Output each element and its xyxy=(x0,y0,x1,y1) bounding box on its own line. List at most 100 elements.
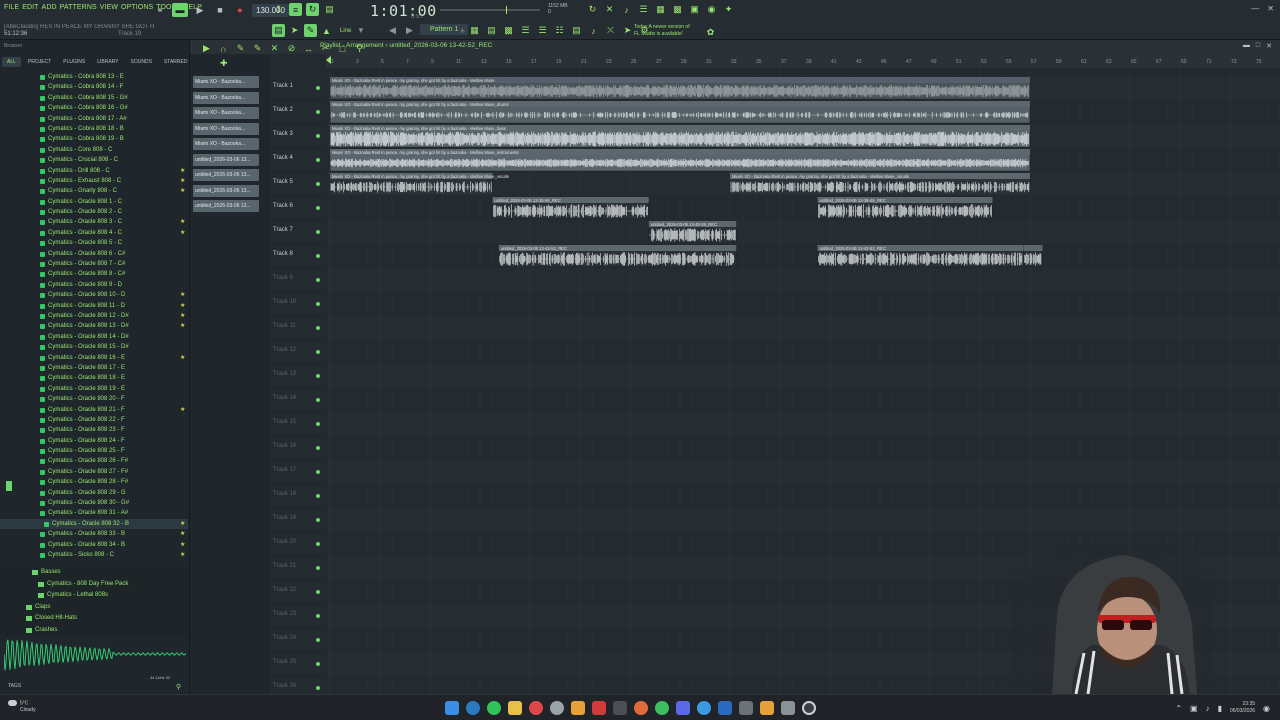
snap-mode[interactable]: Line xyxy=(340,28,351,34)
browser-file-item[interactable]: Cymatics - Oracle 808 29 - G xyxy=(0,488,188,498)
favorite-star-icon[interactable]: ★ xyxy=(180,405,185,415)
browser-tab-starred[interactable]: STARRED xyxy=(159,57,193,67)
plugin-icon[interactable]: ✦ xyxy=(722,3,735,16)
favorite-star-icon[interactable]: ★ xyxy=(180,321,185,331)
browser-file-item[interactable]: Cymatics - Oracle 808 34 - B ★ xyxy=(0,540,188,550)
battery-icon[interactable]: ▮ xyxy=(1218,704,1222,713)
play-button[interactable]: ▶ xyxy=(192,3,208,17)
browser-file-item[interactable]: Cymatics - Oracle 808 22 - F xyxy=(0,415,188,425)
browser-file-item[interactable]: Cymatics - Oracle 808 12 - D# ★ xyxy=(0,311,188,321)
browser-file-item[interactable]: Cymatics - Gnarly 808 - C ★ xyxy=(0,186,188,196)
track-mute-led[interactable] xyxy=(316,614,320,618)
track-mute-led[interactable] xyxy=(316,686,320,690)
track-mute-led[interactable] xyxy=(316,398,320,402)
browser-file-item[interactable]: Cymatics - Cobra 808 17 - A# xyxy=(0,114,188,124)
record-button[interactable]: ● xyxy=(232,3,248,17)
browser-file-item[interactable]: Cymatics - Oracle 808 32 - B ★ xyxy=(0,518,188,530)
track-header[interactable]: Track 12 xyxy=(271,340,325,364)
track-mute-led[interactable] xyxy=(316,662,320,666)
arrow-icon[interactable]: ➤ xyxy=(288,24,301,37)
browser-file-item[interactable]: Cymatics - Oracle 808 28 - F# xyxy=(0,477,188,487)
browser-file-item[interactable]: Cymatics - Oracle 808 13 - D# ★ xyxy=(0,321,188,331)
browser-file-item[interactable]: Cymatics - Oracle 808 8 - C# xyxy=(0,269,188,279)
mail-icon[interactable] xyxy=(718,701,732,715)
track-mute-led[interactable] xyxy=(316,86,320,90)
mixer-window-icon[interactable]: ☰ xyxy=(519,24,532,37)
browser-file-item[interactable]: Cymatics - Oracle 808 19 - E xyxy=(0,384,188,394)
track-header[interactable]: Track 8 xyxy=(271,244,325,268)
menu-item-add[interactable]: ADD xyxy=(42,4,57,11)
favorite-star-icon[interactable]: ★ xyxy=(180,166,185,176)
favorite-star-icon[interactable]: ★ xyxy=(180,176,185,186)
favorite-star-icon[interactable]: ★ xyxy=(180,353,185,363)
chrome-alt-icon[interactable] xyxy=(655,701,669,715)
track-mute-led[interactable] xyxy=(316,422,320,426)
next-pattern-icon[interactable]: ▶ xyxy=(403,24,416,37)
menu-item-file[interactable]: FILE xyxy=(4,4,19,11)
browser-file-item[interactable]: Cymatics - Oracle 808 1 - C xyxy=(0,197,188,207)
terminal-icon[interactable] xyxy=(613,701,627,715)
discord-icon[interactable] xyxy=(676,701,690,715)
favorite-star-icon[interactable]: ★ xyxy=(180,186,185,196)
clip-source-item[interactable]: Miami XO - Bazooka... xyxy=(193,122,259,135)
track-header[interactable]: Track 14 xyxy=(271,388,325,412)
monitor-icon[interactable] xyxy=(739,701,753,715)
step-edit-icon[interactable]: ▤ xyxy=(323,3,336,16)
pencil-icon[interactable]: ✎ xyxy=(304,24,317,37)
browser-file-item[interactable]: Cymatics - Oracle 808 2 - C xyxy=(0,207,188,217)
track-mute-led[interactable] xyxy=(316,494,320,498)
track-header[interactable]: Track 25 xyxy=(271,652,325,676)
sliders-icon[interactable]: ☷ xyxy=(553,24,566,37)
track-header[interactable]: Track 21 xyxy=(271,556,325,580)
favorite-star-icon[interactable]: ★ xyxy=(180,540,185,550)
track-header[interactable]: Track 4 xyxy=(271,148,325,172)
track-header[interactable]: Track 13 xyxy=(271,364,325,388)
favorite-star-icon[interactable]: ★ xyxy=(180,529,185,539)
browser-tab-all[interactable]: ALL xyxy=(2,57,21,67)
clip-source-item[interactable]: Miami XO - Bazooka... xyxy=(193,138,259,150)
favorite-star-icon[interactable]: ★ xyxy=(180,217,185,227)
browser-file-item[interactable]: Cymatics - Cobra 808 19 - B xyxy=(0,134,188,144)
track-header[interactable]: Track 15 xyxy=(271,412,325,436)
wait-input-icon[interactable]: ↥ xyxy=(272,3,285,16)
notes-icon[interactable] xyxy=(781,701,795,715)
obs-icon[interactable] xyxy=(802,701,816,715)
browser-file-item[interactable]: Cymatics - Oracle 808 10 - D ★ xyxy=(0,290,188,300)
countdown-icon[interactable]: ≡ xyxy=(289,3,302,16)
sample-preview-waveform[interactable] xyxy=(4,634,186,674)
browser-app-icon[interactable] xyxy=(634,701,648,715)
favorite-star-icon[interactable]: ★ xyxy=(180,228,185,238)
browser-file-item[interactable]: Cymatics - Oracle 808 7 - C# xyxy=(0,259,188,269)
weather-widget[interactable]: 5°C Cloudy xyxy=(8,700,36,714)
track-mute-led[interactable] xyxy=(316,278,320,282)
clip-source-item[interactable]: untitled_2026-03-06 13... xyxy=(193,153,259,166)
track-header[interactable]: Track 16 xyxy=(271,436,325,460)
piano-roll-icon[interactable]: ▩ xyxy=(671,3,684,16)
paint-icon[interactable] xyxy=(571,701,585,715)
track-mute-led[interactable] xyxy=(316,302,320,306)
track-mute-led[interactable] xyxy=(316,446,320,450)
browser-folder-item[interactable]: Cymatics - 808 Day Free Pack xyxy=(0,579,188,591)
browser-folder-item[interactable]: Closed Hit-Hats xyxy=(0,613,188,625)
stepseq-icon[interactable]: ▤ xyxy=(570,24,583,37)
prev-pattern-icon[interactable]: ◀ xyxy=(386,24,399,37)
browser-file-item[interactable]: Cymatics - Oracle 808 21 - F ★ xyxy=(0,405,188,415)
track-header[interactable]: Track 2 xyxy=(271,100,325,124)
track-mute-led[interactable] xyxy=(316,518,320,522)
track-header[interactable]: Track 7 xyxy=(271,220,325,244)
chevron-up-icon[interactable]: ⌃ xyxy=(1175,704,1182,713)
browser-file-item[interactable]: Cymatics - Oracle 808 33 - B ★ xyxy=(0,529,188,539)
track-mute-led[interactable] xyxy=(316,134,320,138)
clip-source-item[interactable]: untitled_2026-03-06 13... xyxy=(193,184,259,197)
pianoroll-window-icon[interactable]: ▤ xyxy=(485,24,498,37)
mic-icon[interactable]: ♪ xyxy=(587,24,600,37)
browser-file-item[interactable]: Cymatics - Sicko 808 - C ★ xyxy=(0,550,188,560)
pattern-song-toggle[interactable]: ▬ xyxy=(172,3,188,17)
clip-source-item[interactable]: Miami XO - Bazooka... xyxy=(193,107,259,119)
track-header[interactable]: Track 23 xyxy=(271,604,325,628)
snap-magnet-icon[interactable]: ▲ xyxy=(320,24,333,37)
add-clip-icon[interactable]: ✚ xyxy=(220,58,228,69)
network-icon[interactable]: ▣ xyxy=(1190,704,1198,713)
browser-file-item[interactable]: Cymatics - Oracle 808 5 - C xyxy=(0,238,188,248)
menu-item-patterns[interactable]: PATTERNS xyxy=(60,4,97,11)
